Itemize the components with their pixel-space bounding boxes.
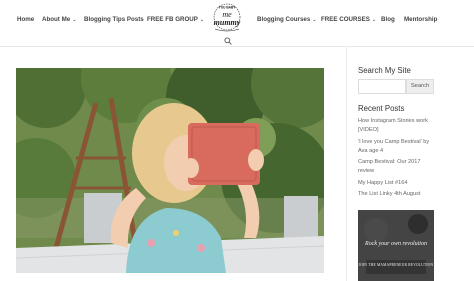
nav-home-label: Home — [17, 16, 35, 23]
nav-free-courses[interactable]: FREE COURSES ⌄ — [321, 16, 376, 23]
ad-subline: JOIN THE MAMAPRENEUR REVOLUTION — [358, 263, 434, 267]
ad-headline: Rock your own revolution — [365, 241, 427, 247]
nav-about-me-label: About Me — [42, 16, 71, 23]
recent-post-link[interactable]: My Happy List #164 — [358, 179, 436, 188]
search-input[interactable] — [358, 79, 406, 94]
chevron-down-icon: ⌄ — [371, 17, 377, 23]
chevron-down-icon: ⌄ — [72, 17, 77, 23]
logo-main-text-2: mummy — [214, 18, 241, 27]
nav-blog[interactable]: Blog — [381, 16, 395, 23]
featured-image[interactable] — [16, 68, 324, 273]
logo-top-text: YOU BABY — [219, 6, 237, 10]
recent-post-link[interactable]: How Instagram Stories work [VIDEO] — [358, 117, 436, 134]
nav-blog-label: Blog — [381, 16, 395, 23]
nav-about-me[interactable]: About Me ⌄ — [42, 16, 76, 23]
recent-post-link[interactable]: The List Linky 4th August — [358, 190, 436, 199]
sidebar-divider — [346, 46, 347, 281]
chevron-down-icon: ⌄ — [312, 17, 317, 23]
nav-blogging-tips-label: Blogging Tips Posts — [84, 16, 144, 23]
nav-free-courses-label: FREE COURSES — [321, 16, 370, 23]
search-widget-title: Search My Site — [358, 66, 411, 75]
chevron-down-icon: ⌄ — [199, 17, 205, 23]
nav-mentorship[interactable]: Mentorship — [404, 16, 437, 23]
nav-home[interactable]: Home — [17, 16, 34, 23]
site-header: Home About Me ⌄ Blogging Tips Posts FREE … — [0, 0, 474, 47]
recent-post-link[interactable]: Camp Bestival: Our 2017 review — [358, 158, 436, 175]
sidebar-ad-banner[interactable]: Rock your own revolution JOIN THE MAMAPR… — [358, 210, 434, 281]
recent-post-link[interactable]: 'I love you Camp Bestival' by Ava age 4 — [358, 138, 436, 155]
nav-free-fb-group-label: FREE FB GROUP — [147, 16, 198, 23]
nav-blogging-courses[interactable]: Blogging Courses ⌄ — [257, 16, 317, 23]
search-button[interactable]: Search — [406, 79, 434, 94]
nav-mentorship-label: Mentorship — [404, 16, 438, 23]
search-icon[interactable] — [224, 37, 232, 45]
site-logo[interactable]: YOU BABY me mummy — [205, 2, 249, 36]
nav-blogging-tips[interactable]: Blogging Tips Posts — [84, 16, 144, 23]
recent-posts-title: Recent Posts — [358, 104, 405, 113]
nav-free-fb-group[interactable]: FREE FB GROUP ⌄ — [147, 16, 204, 23]
nav-blogging-courses-label: Blogging Courses — [257, 16, 311, 23]
